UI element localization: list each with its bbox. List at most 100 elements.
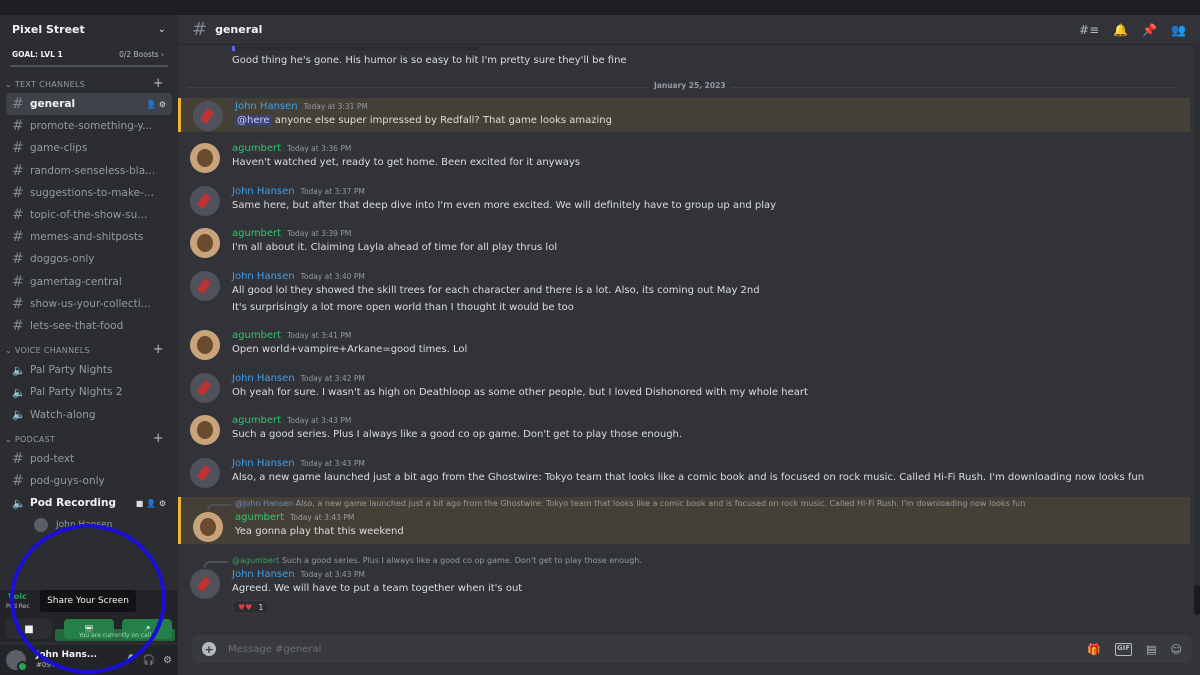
avatar[interactable] (193, 101, 223, 131)
channel-label: Watch-along (30, 408, 96, 421)
avatar[interactable] (193, 512, 223, 542)
category-label: ⌄ PODCAST (5, 434, 56, 444)
add-channel-icon[interactable]: + (153, 77, 164, 90)
channel-promote[interactable]: # promote-something-y... (6, 115, 172, 137)
headphones-icon[interactable]: 🎧 (143, 655, 155, 666)
message-input[interactable] (228, 643, 1028, 655)
voice-member[interactable]: John Hansen (0, 514, 178, 536)
avatar (34, 518, 48, 533)
message-author[interactable]: John Hansen (232, 458, 295, 469)
message-item[interactable]: agumbert Today at 3:39 PM I'm all about i… (178, 228, 1190, 262)
category-text-channels[interactable]: ⌄ TEXT CHANNELS + (0, 71, 178, 93)
camera-button[interactable]: ■ (6, 619, 52, 639)
message-author[interactable]: agumbert (235, 512, 284, 523)
share-screen-tooltip: Share Your Screen (40, 590, 136, 612)
channel-topic[interactable]: # topic-of-the-show-su... (6, 204, 172, 226)
avatar[interactable] (190, 143, 220, 173)
message-item[interactable]: John Hansen Today at 3:37 PM Same here, b… (178, 186, 1190, 220)
message-item[interactable]: John Hansen Today at 3:31 PM @here anyone… (178, 98, 1190, 132)
chevron-down-icon[interactable]: ⌄ (158, 24, 166, 35)
gift-icon[interactable]: 🎁 (1087, 643, 1101, 656)
message-text: Same here, but after that deep dive into… (232, 200, 777, 211)
sticker-icon[interactable]: ▤ (1146, 643, 1156, 656)
message-author[interactable]: agumbert (232, 415, 281, 426)
channel-general[interactable]: # general 👤 ⚙ (6, 93, 172, 116)
category-podcast[interactable]: ⌄ PODCAST + (0, 426, 178, 448)
gear-icon[interactable]: ⚙ (163, 655, 172, 666)
avatar[interactable] (190, 186, 220, 216)
avatar[interactable] (190, 458, 220, 488)
message-author[interactable]: agumbert (232, 330, 281, 341)
scrollbar[interactable] (1194, 45, 1200, 615)
voice-channel-sub: Pod Rec (6, 603, 30, 610)
bell-icon[interactable]: 🔔 (1113, 23, 1128, 37)
message-item[interactable]: agumbert Today at 3:36 PM Haven't watched… (178, 143, 1190, 177)
avatar[interactable] (190, 228, 220, 258)
invite-settings-icons[interactable]: 👤 ⚙ (146, 100, 166, 109)
message-author[interactable]: John Hansen (232, 373, 295, 384)
add-attachment-icon[interactable]: + (202, 642, 216, 656)
channel-game-clips[interactable]: # game-clips (6, 137, 172, 159)
channel-label: pod-text (30, 452, 75, 465)
threads-icon[interactable]: #≡ (1079, 23, 1099, 37)
channel-random[interactable]: # random-senseless-bla... (6, 160, 172, 182)
avatar[interactable] (6, 650, 28, 672)
message-author[interactable]: agumbert (232, 228, 281, 239)
message-author[interactable]: John Hansen (232, 186, 295, 197)
boost-goal[interactable]: GOAL: LVL 1 0/2 Boosts › (0, 43, 178, 65)
avatar[interactable] (190, 373, 220, 403)
message-item[interactable]: @John Hansen Also, a new game launched j… (178, 497, 1190, 544)
reply-preview[interactable]: @John Hansen Also, a new game launched j… (235, 499, 1025, 508)
reaction-chip[interactable]: ♥♥ 1 (232, 600, 270, 614)
channel-suggestions[interactable]: # suggestions-to-make-... (6, 182, 172, 204)
channel-gamertag[interactable]: # gamertag-central (6, 271, 172, 293)
voice-channel-pal-party[interactable]: 🔈 Pal Party Nights (6, 359, 172, 381)
channel-pod-text[interactable]: # pod-text (6, 448, 172, 470)
message-item[interactable]: agumbert Today at 3:43 PM Such a good ser… (178, 415, 1190, 449)
channel-title: general (215, 23, 263, 36)
message-author[interactable]: John Hansen (232, 569, 295, 580)
members-icon[interactable]: 👥 (1171, 23, 1186, 37)
emoji-icon[interactable]: ☺ (1171, 643, 1182, 656)
channel-label: promote-something-y... (30, 120, 153, 133)
avatar[interactable] (190, 569, 220, 599)
avatar[interactable] (190, 330, 220, 360)
gif-icon[interactable]: GIF (1114, 642, 1133, 656)
voice-channel-pal-party-2[interactable]: 🔈 Pal Party Nights 2 (6, 381, 172, 403)
avatar[interactable] (190, 415, 220, 445)
pin-icon[interactable]: 📌 (1142, 23, 1157, 37)
message-author[interactable]: agumbert (232, 143, 281, 154)
hash-icon: # (12, 162, 24, 179)
channel-memes[interactable]: # memes-and-shitposts (6, 226, 172, 248)
reply-author[interactable]: @agumbert (232, 556, 279, 565)
chat-invite-settings-icons[interactable]: ■ 👤 ⚙ (136, 499, 166, 508)
message-item[interactable]: John Hansen Today at 3:40 PM All good lol… (178, 271, 1190, 319)
window-top-bar (0, 0, 1200, 15)
reply-author[interactable]: @John Hansen (235, 499, 293, 508)
reply-preview[interactable]: @agumbert Such a good series. Plus I alw… (232, 556, 642, 565)
channel-food[interactable]: # lets-see-that-food (6, 315, 172, 337)
message-item[interactable]: John Hansen Today at 3:42 PM Oh yeah for … (178, 373, 1190, 407)
message-text: Also, a new game launched just a bit ago… (232, 472, 1145, 483)
mic-icon[interactable]: 🎤 (122, 655, 134, 666)
scroll-thumb[interactable] (1194, 585, 1200, 615)
channel-pod-guys[interactable]: # pod-guys-only (6, 470, 172, 492)
message-author[interactable]: John Hansen (235, 101, 298, 112)
message-item[interactable]: John Hansen Today at 3:43 PM Also, a new … (178, 458, 1190, 492)
channel-collection[interactable]: # show-us-your-collecti... (6, 293, 172, 315)
message-item[interactable]: agumbert Today at 3:41 PM Open world+vamp… (178, 330, 1190, 364)
channel-label: gamertag-central (30, 275, 122, 288)
server-header[interactable]: Pixel Street ⌄ (0, 15, 178, 43)
message-item[interactable]: @agumbert Such a good series. Plus I alw… (178, 554, 1190, 619)
add-channel-icon[interactable]: + (153, 432, 164, 445)
user-info[interactable]: John Hans... #094 (36, 650, 97, 670)
channel-label: Pal Party Nights (30, 364, 113, 377)
category-voice-channels[interactable]: ⌄ VOICE CHANNELS + (0, 337, 178, 359)
voice-channel-watch-along[interactable]: 🔈 Watch-along (6, 403, 172, 425)
avatar[interactable] (190, 271, 220, 301)
message-author[interactable]: John Hansen (232, 271, 295, 282)
channel-doggos[interactable]: # doggos-only (6, 248, 172, 270)
voice-channel-pod-recording[interactable]: 🔈 Pod Recording ■ 👤 ⚙ (6, 492, 172, 514)
mention-here[interactable]: @here (235, 115, 272, 126)
add-channel-icon[interactable]: + (153, 343, 164, 356)
